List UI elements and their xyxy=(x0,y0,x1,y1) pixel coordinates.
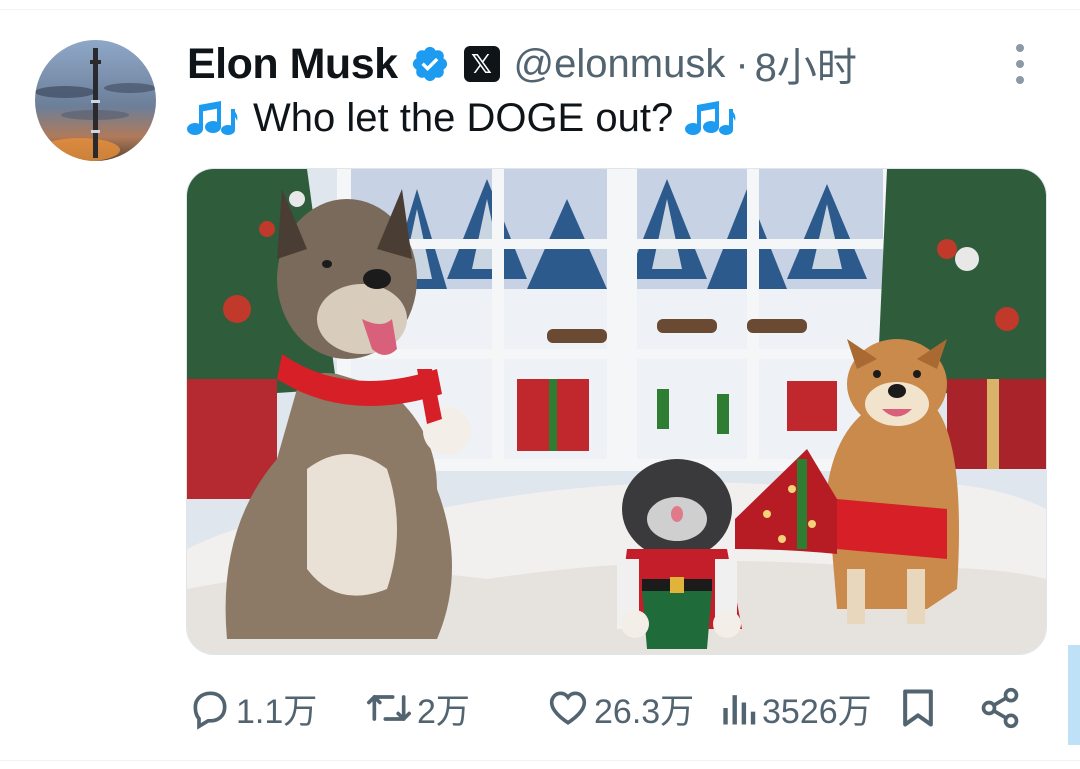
tweet-header: Elon Musk 𝕏 @elonmusk · 8小时 xyxy=(187,36,857,92)
view-count: 3526万 xyxy=(762,692,872,731)
separator-dot: · xyxy=(735,41,749,86)
analytics-icon xyxy=(723,695,756,725)
like-count: 26.3万 xyxy=(594,692,695,731)
reply-count: 1.1万 xyxy=(236,692,318,731)
avatar[interactable] xyxy=(35,40,156,161)
retweet-icon xyxy=(367,695,411,721)
author-handle[interactable]: @elonmusk xyxy=(514,42,726,87)
views-button[interactable]: 3526万 xyxy=(718,680,872,736)
musical-notes-icon xyxy=(685,99,739,139)
musical-notes-icon xyxy=(187,99,241,139)
x-logo-icon[interactable]: 𝕏 xyxy=(463,46,500,82)
more-options-icon[interactable] xyxy=(1012,44,1028,86)
timestamp[interactable]: 8小时 xyxy=(755,35,857,93)
share-icon xyxy=(981,687,1019,729)
like-button[interactable]: 26.3万 xyxy=(546,680,694,736)
retweet-button[interactable]: 2万 xyxy=(365,680,470,736)
avatar-image xyxy=(35,40,156,161)
top-divider xyxy=(0,9,1080,10)
bookmark-button[interactable] xyxy=(898,680,938,736)
tweet-text: Who let the DOGE out? xyxy=(187,96,739,141)
bookmark-icon xyxy=(903,689,933,727)
author-name[interactable]: Elon Musk xyxy=(187,40,398,89)
dogs-christmas-photo xyxy=(187,169,1046,654)
heart-icon xyxy=(549,691,587,725)
retweet-count: 2万 xyxy=(417,692,470,731)
action-bar: 1.1万 2万 26.3万 3526万 xyxy=(0,680,1080,736)
tweet-body: Who let the DOGE out? xyxy=(253,96,674,140)
tweet-photo[interactable] xyxy=(186,168,1047,655)
share-button[interactable] xyxy=(978,680,1022,736)
scrollbar-thumb[interactable] xyxy=(1068,645,1080,745)
reply-icon xyxy=(193,691,227,730)
bottom-divider xyxy=(0,760,1080,761)
verified-badge-icon[interactable] xyxy=(410,44,450,84)
reply-button[interactable]: 1.1万 xyxy=(188,680,317,736)
